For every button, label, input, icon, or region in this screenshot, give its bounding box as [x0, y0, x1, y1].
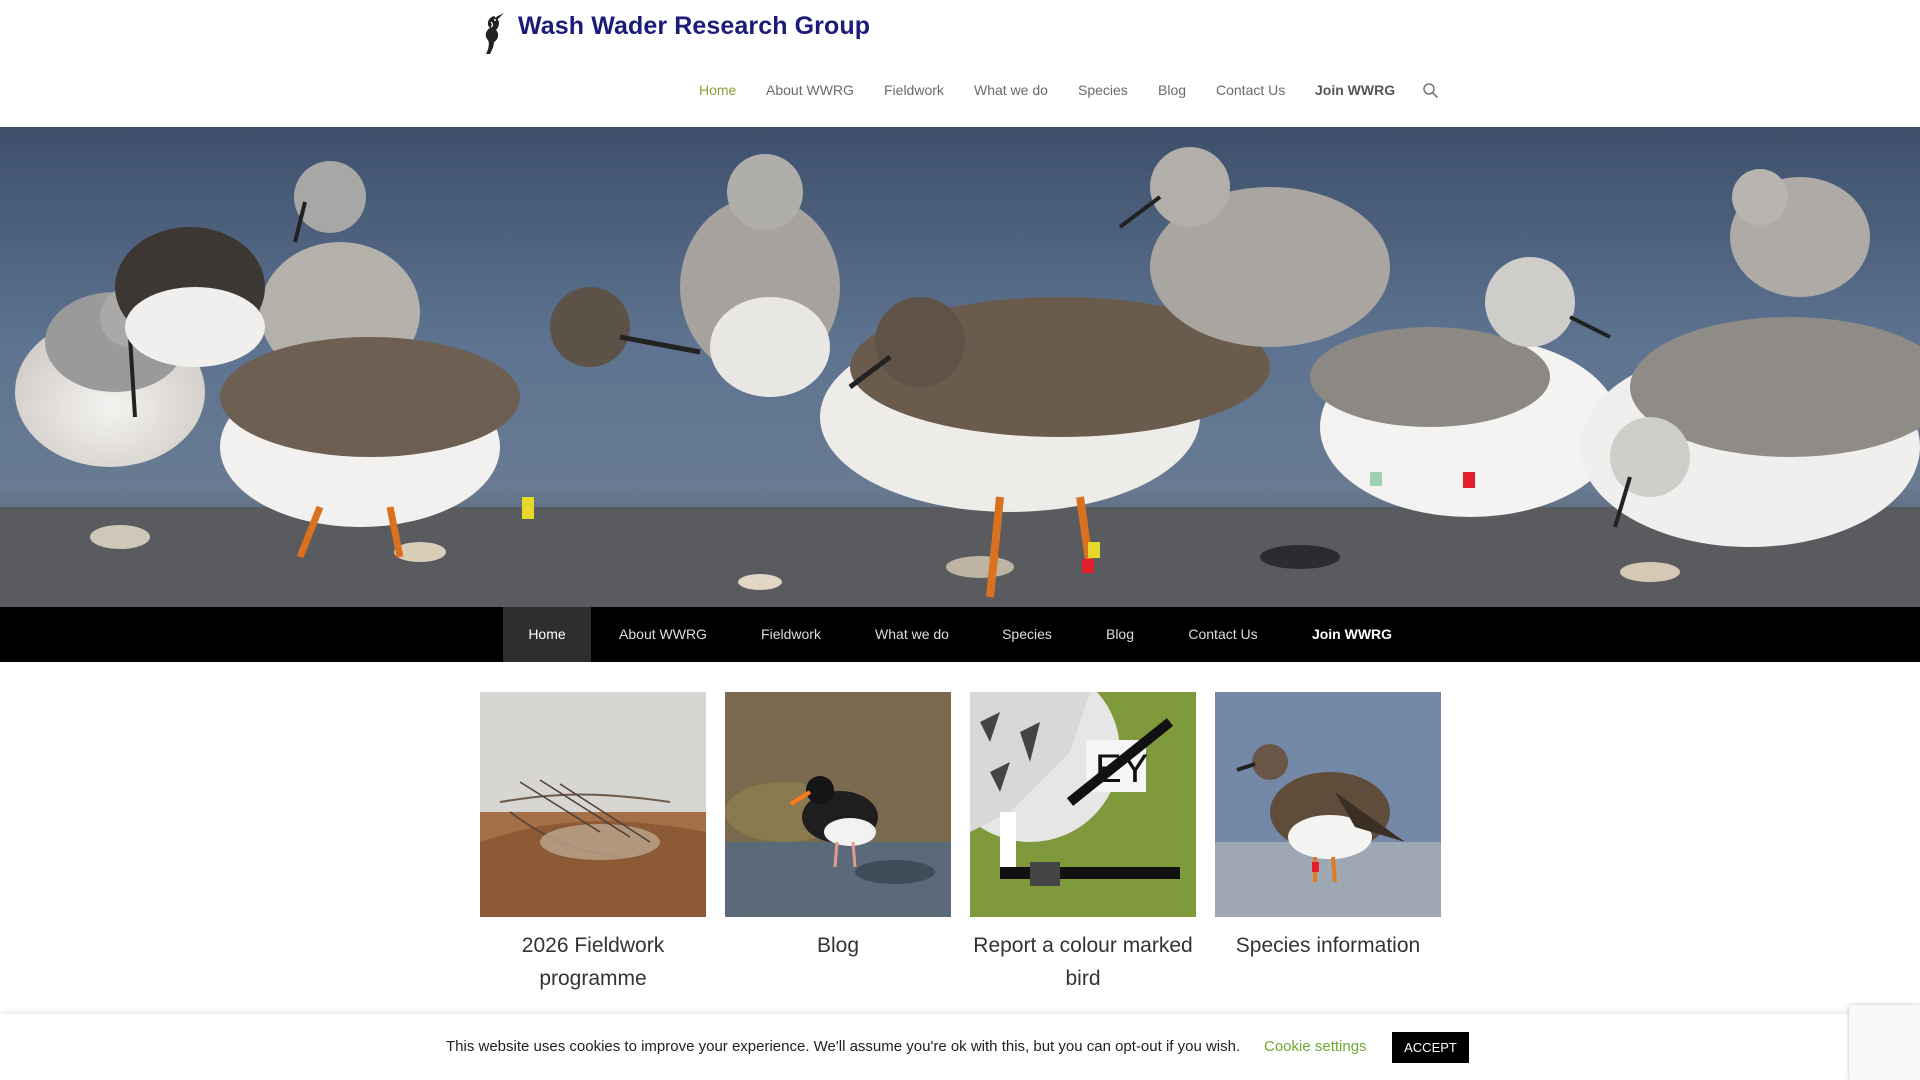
top-nav-about[interactable]: About WWRG — [766, 82, 854, 98]
top-nav-home[interactable]: Home — [699, 82, 736, 98]
fieldwork-cannon-net-image[interactable] — [480, 692, 706, 917]
site-header: Wash Wader Research Group Home About WWR… — [0, 0, 1920, 127]
cookie-consent-bar: This website uses cookies to improve you… — [0, 1014, 1920, 1080]
card-caption[interactable]: 2026 Fieldwork programme — [480, 929, 706, 995]
card-report-colour-marked[interactable]: EY Report a colour marked bird — [970, 692, 1196, 995]
svg-text:EY: EY — [1095, 747, 1148, 791]
top-nav-contact[interactable]: Contact Us — [1216, 82, 1285, 98]
top-navigation: Home About WWRG Fieldwork What we do Spe… — [0, 82, 1920, 102]
card-fieldwork-programme[interactable]: 2026 Fieldwork programme — [480, 692, 706, 995]
site-title[interactable]: Wash Wader Research Group — [518, 12, 870, 41]
top-nav-species[interactable]: Species — [1078, 82, 1128, 98]
main-nav-fieldwork[interactable]: Fieldwork — [740, 607, 842, 662]
hero-banner-waders-image — [0, 127, 1920, 607]
card-caption[interactable]: Blog — [725, 929, 951, 962]
cookie-settings-link[interactable]: Cookie settings — [1264, 1038, 1367, 1055]
oystercatcher-image[interactable] — [725, 692, 951, 917]
main-nav-blog[interactable]: Blog — [1085, 607, 1155, 662]
main-nav-home[interactable]: Home — [503, 607, 591, 662]
top-nav-blog[interactable]: Blog — [1158, 82, 1186, 98]
cookie-message: This website uses cookies to improve you… — [446, 1038, 1241, 1055]
top-nav-join[interactable]: Join WWRG — [1315, 82, 1395, 98]
main-navigation-bar: Home About WWRG Fieldwork What we do Spe… — [0, 607, 1920, 662]
turnstone-image[interactable] — [1215, 692, 1441, 917]
cookie-accept-button[interactable]: ACCEPT — [1392, 1032, 1469, 1063]
recaptcha-badge[interactable] — [1849, 1005, 1920, 1080]
main-nav-contact[interactable]: Contact Us — [1172, 607, 1274, 662]
main-nav-what-we-do[interactable]: What we do — [858, 607, 966, 662]
top-nav-fieldwork[interactable]: Fieldwork — [884, 82, 944, 98]
card-caption[interactable]: Report a colour marked bird — [970, 929, 1196, 995]
main-nav-species[interactable]: Species — [982, 607, 1072, 662]
top-nav-what-we-do[interactable]: What we do — [974, 82, 1048, 98]
wader-bird-logo-icon[interactable] — [478, 12, 508, 58]
main-nav-join[interactable]: Join WWRG — [1292, 607, 1412, 662]
card-caption[interactable]: Species information — [1215, 929, 1441, 962]
main-nav-about[interactable]: About WWRG — [598, 607, 728, 662]
colour-flag-bird-image[interactable]: EY — [970, 692, 1196, 917]
card-species-information[interactable]: Species information — [1215, 692, 1441, 962]
search-icon[interactable] — [1422, 82, 1439, 99]
card-blog[interactable]: Blog — [725, 692, 951, 962]
